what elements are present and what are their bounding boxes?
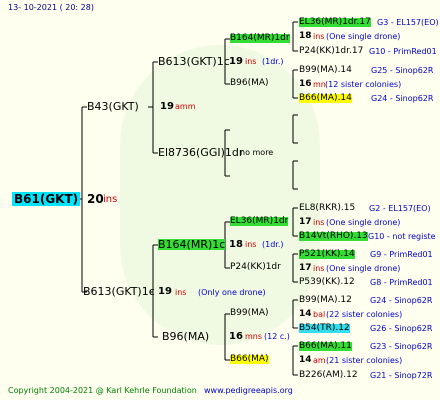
- copyright: Copyright 2004-2021 @ Karl Kehrle Founda…: [8, 386, 197, 395]
- g4-ref-2: G25 - Sinop62R: [371, 66, 434, 75]
- g3-a2-num: 16: [299, 79, 312, 89]
- pedigree-chart: { "header":{"date":"13- 10-2021 ( 20: 28…: [0, 0, 440, 400]
- g4-bee-1[interactable]: P24(KK)1dr.17: [299, 47, 363, 56]
- g3-a1-suffix: ins: [313, 32, 325, 41]
- g2-a-num: 19: [229, 56, 243, 67]
- g4-bee-10[interactable]: B66(MA).11: [299, 342, 352, 351]
- g4-bee-8[interactable]: B99(MA).12: [299, 296, 352, 305]
- g4-ref-10: G23 - Sinop62R: [370, 342, 433, 351]
- g4-bee-6[interactable]: P521(KK).14: [299, 250, 355, 259]
- g4-bee-4[interactable]: EL8(RKR).15: [299, 204, 355, 213]
- g3-d1-suffix: bal: [313, 310, 326, 319]
- g3-a2-bee[interactable]: B96(MA): [230, 79, 269, 88]
- root-gen-suffix: ins: [103, 194, 118, 205]
- g2-a-bee[interactable]: B613(GKT)1c: [158, 56, 230, 67]
- g3-c2-suffix: ins: [313, 264, 325, 273]
- g4-bee-2[interactable]: B99(MA).14: [299, 66, 352, 75]
- g4-bee-9[interactable]: B54(TR).12: [299, 324, 350, 333]
- g2-c-suffix: ins: [245, 240, 257, 249]
- g4-ref-5: G10 - not registe: [368, 232, 436, 241]
- g3-a1-bee[interactable]: B164(MR)1dr: [230, 34, 290, 43]
- g3-d2-note: (21 sister colonies): [326, 356, 403, 365]
- g2-d-bee[interactable]: B96(MA): [162, 331, 209, 342]
- g1-bottom-bee[interactable]: B613(GKT)1c: [83, 286, 155, 297]
- root-gen-num: 20: [87, 192, 104, 206]
- g2-c-bee[interactable]: B164(MR)1c: [158, 239, 226, 250]
- g4-ref-6: G9 - PrimRed01: [370, 250, 433, 259]
- g4-ref-11: G21 - Sinop72R: [370, 371, 433, 380]
- g3-c1-suffix: ins: [313, 218, 325, 227]
- g3-d2-bee[interactable]: B66(MA): [230, 355, 269, 364]
- g3-c1-bee[interactable]: EL36(MR)1dr: [230, 217, 289, 226]
- g3-d1-bee[interactable]: B99(MA): [230, 309, 269, 318]
- g1-bottom-suffix: ins: [175, 288, 187, 297]
- g3-a1-num: 18: [299, 31, 312, 41]
- g3-c2-note: (One single drone): [326, 264, 401, 273]
- g2-a-suffix: ins: [245, 57, 257, 66]
- g2-d-suffix: mns: [245, 332, 263, 341]
- g4-ref-3: G24 - Sinop62R: [371, 94, 434, 103]
- g4-ref-4: G2 - EL157(EO): [369, 204, 431, 213]
- g1-top-suffix: amm: [175, 102, 196, 111]
- g4-bee-3[interactable]: B66(MA).14: [299, 94, 352, 103]
- g4-ref-8: G24 - Sinop62R: [370, 296, 433, 305]
- g1-top-num: 19: [160, 101, 174, 112]
- g2-d-note: (12 c.): [264, 332, 290, 341]
- g3-a2-suffix: mn: [313, 80, 326, 89]
- g1-bottom-note: (Only one drone): [198, 288, 266, 297]
- g3-d1-num: 14: [299, 309, 312, 319]
- g4-bee-0[interactable]: EL36(MR)1dr.17: [299, 18, 371, 27]
- g3-a1-note: (One single drone): [326, 32, 401, 41]
- g2-a-note: (1dr.): [262, 57, 284, 66]
- g2-c-num: 18: [229, 239, 243, 250]
- g3-d2-num: 14: [299, 355, 312, 365]
- g4-bee-11[interactable]: B226(AM).12: [299, 371, 358, 380]
- g4-bee-7[interactable]: P539(KK).12: [299, 278, 355, 287]
- g4-bee-5[interactable]: B14Vt(RHO).13: [299, 232, 368, 241]
- g4-ref-9: G26 - Sinop62R: [370, 324, 433, 333]
- g3-d2-suffix: am: [313, 356, 326, 365]
- g3-c2-num: 17: [299, 263, 312, 273]
- date-stamp: 13- 10-2021 ( 20: 28): [8, 3, 94, 12]
- g2-b-note: no more: [240, 148, 274, 157]
- g3-c1-num: 17: [299, 217, 312, 227]
- g3-a2-note: (12 sister colonies): [325, 80, 402, 89]
- g2-d-num: 16: [229, 331, 243, 342]
- g4-ref-0: G3 - EL157(EO): [377, 18, 439, 27]
- g2-c-note: (1dr.): [262, 240, 284, 249]
- root-bee[interactable]: B61(GKT): [12, 192, 81, 206]
- g1-bottom-num: 19: [158, 286, 172, 297]
- g4-ref-7: G8 - PrimRed01: [370, 278, 433, 287]
- g3-d1-note: (22 sister colonies): [326, 310, 403, 319]
- site-link[interactable]: www.pedigreeapis.org: [204, 387, 293, 395]
- g2-b-bee[interactable]: El8736(GGI)1dr: [158, 147, 243, 158]
- g3-c2-bee[interactable]: P24(KK)1dr: [230, 263, 281, 272]
- g3-c1-note: (One single drone): [326, 218, 401, 227]
- g4-ref-1: G10 - PrimRed01: [369, 47, 437, 56]
- g1-top-bee[interactable]: B43(GKT): [87, 101, 139, 112]
